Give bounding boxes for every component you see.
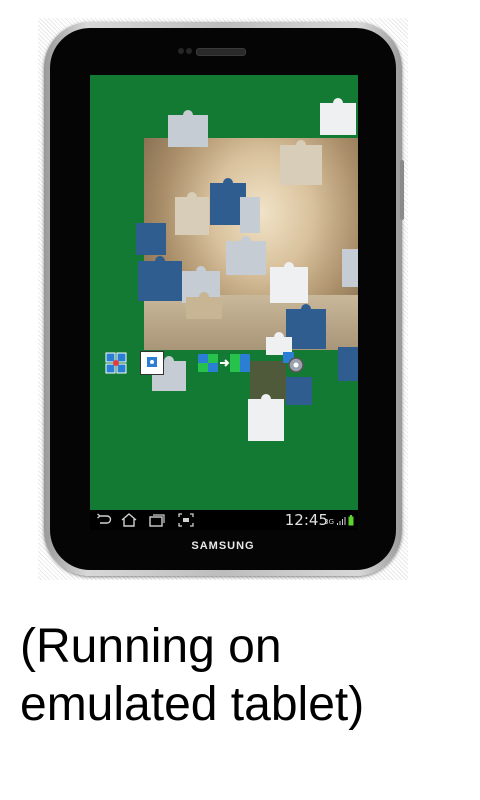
home-icon xyxy=(121,513,137,527)
arrange-pieces-button[interactable] xyxy=(196,351,252,375)
puzzle-piece[interactable] xyxy=(286,377,312,405)
puzzle-piece[interactable] xyxy=(138,256,182,301)
puzzle-board[interactable] xyxy=(90,75,358,510)
recent-apps-button[interactable] xyxy=(148,510,166,530)
puzzle-piece[interactable] xyxy=(136,223,166,255)
recent-apps-icon xyxy=(149,514,165,527)
caption-line-1: (Running on xyxy=(20,620,282,673)
shuffle-pieces-button[interactable] xyxy=(104,351,128,375)
puzzle-piece[interactable] xyxy=(226,236,266,275)
front-sensor xyxy=(178,48,184,54)
puzzle-piece[interactable] xyxy=(186,292,222,319)
signal-icon xyxy=(337,517,346,525)
puzzle-piece[interactable] xyxy=(342,249,358,287)
screenshot-icon xyxy=(178,513,194,527)
puzzle-piece[interactable] xyxy=(240,197,260,233)
front-camera xyxy=(186,48,192,54)
preview-image-button[interactable] xyxy=(140,351,164,375)
puzzle-piece[interactable] xyxy=(286,304,326,349)
puzzle-piece[interactable] xyxy=(320,98,356,135)
screenshot-button[interactable] xyxy=(178,510,194,530)
earpiece-speaker xyxy=(196,48,246,56)
puzzle-piece[interactable] xyxy=(280,140,322,185)
caption-line-2: emulated tablet) xyxy=(20,678,365,731)
back-icon xyxy=(97,513,112,524)
network-type-label: 3G xyxy=(324,518,334,526)
puzzle-piece[interactable] xyxy=(270,262,308,303)
puzzle-piece[interactable] xyxy=(168,110,208,147)
caption: (Running on emulated tablet) xyxy=(20,618,460,734)
preview-image-icon xyxy=(147,357,157,367)
battery-icon xyxy=(348,515,354,526)
arrange-pieces-icon xyxy=(198,354,250,372)
status-icons: 3G xyxy=(324,515,354,526)
puzzle-piece[interactable] xyxy=(338,347,358,381)
system-nav-bar: 12:45 3G xyxy=(90,510,358,530)
status-clock: 12:45 xyxy=(284,511,328,529)
home-button[interactable] xyxy=(120,510,138,530)
puzzle-piece[interactable] xyxy=(248,394,284,441)
puzzle-piece[interactable] xyxy=(175,192,209,235)
shuffle-pieces-icon xyxy=(105,352,127,374)
settings-gear-icon xyxy=(283,352,304,373)
back-button[interactable] xyxy=(96,510,112,530)
side-button xyxy=(400,160,404,220)
settings-button[interactable] xyxy=(282,351,306,375)
brand-logo: SAMSUNG xyxy=(191,540,255,552)
